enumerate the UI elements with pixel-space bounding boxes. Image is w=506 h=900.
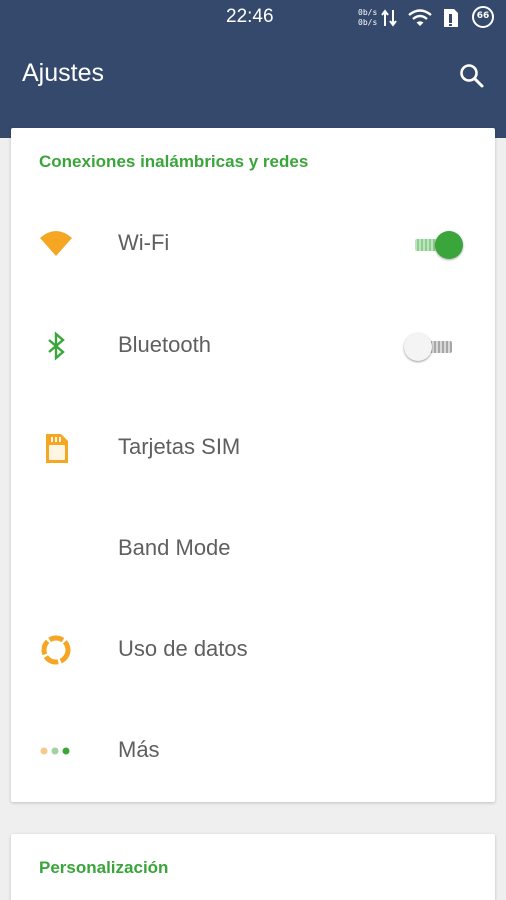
net-down-speed: 0b/s: [358, 18, 378, 27]
section-title-wireless: Conexiones inalámbricas y redes: [39, 152, 309, 171]
wireless-networks-card: Conexiones inalámbricas y redes Wi-Fi Bl…: [11, 128, 495, 802]
toggle-thumb: [435, 231, 463, 259]
network-speed: 0b/s 0b/s: [358, 8, 377, 28]
sim-card-icon: [46, 434, 68, 463]
page-title: Ajustes: [22, 59, 104, 87]
toggle-thumb: [404, 333, 432, 361]
personalization-card: Personalización: [11, 834, 495, 900]
data-transfer-icon: [381, 9, 397, 27]
bluetooth-icon: [48, 331, 65, 361]
search-button[interactable]: [454, 58, 490, 94]
setting-row-sim-cards[interactable]: Tarjetas SIM: [11, 398, 495, 499]
setting-label-more: Más: [118, 737, 160, 762]
setting-row-wifi[interactable]: Wi-Fi: [11, 194, 495, 295]
setting-row-data-usage[interactable]: Uso de datos: [11, 600, 495, 701]
setting-label-data-usage: Uso de datos: [118, 636, 248, 661]
section-title-personalization: Personalización: [39, 858, 169, 877]
wifi-icon: [40, 231, 72, 256]
setting-label-sim-cards: Tarjetas SIM: [118, 434, 241, 459]
battery-icon: 66: [472, 6, 494, 28]
setting-label-bluetooth: Bluetooth: [118, 332, 211, 357]
setting-label-band-mode: Band Mode: [118, 535, 231, 560]
setting-label-wifi: Wi-Fi: [118, 230, 170, 255]
setting-row-more[interactable]: Más: [11, 701, 495, 802]
battery-level: 66: [476, 11, 490, 21]
bluetooth-toggle[interactable]: [404, 331, 460, 363]
app-bar: Ajustes: [0, 38, 506, 138]
wifi-signal-icon: [408, 9, 432, 26]
more-dots-icon: [40, 747, 70, 755]
setting-row-band-mode[interactable]: Band Mode: [11, 499, 495, 600]
net-up-speed: 0b/s: [358, 8, 378, 17]
sim-signal-icon: [444, 9, 458, 27]
status-time: 22:46: [226, 6, 274, 27]
status-bar: 22:46 0b/s 0b/s 66: [0, 0, 506, 38]
data-usage-icon: [41, 635, 71, 665]
setting-row-bluetooth[interactable]: Bluetooth: [11, 296, 495, 397]
search-icon: [460, 64, 484, 88]
wifi-toggle[interactable]: [411, 229, 467, 261]
